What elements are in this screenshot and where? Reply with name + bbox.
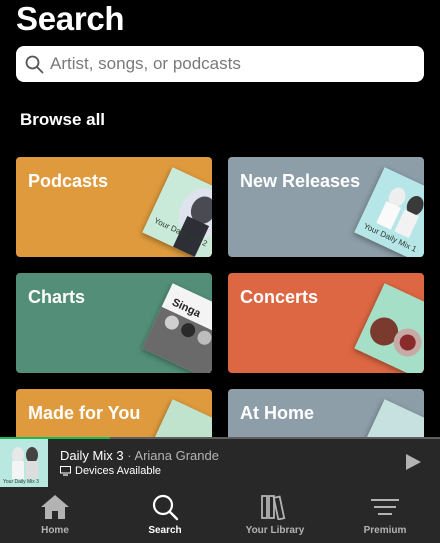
- browse-all-heading: Browse all: [20, 110, 106, 129]
- track-artist: Ariana Grande: [134, 448, 219, 463]
- category-artwork: Singa: [142, 283, 212, 373]
- category-card-concerts[interactable]: Concerts: [228, 273, 424, 373]
- playback-progress[interactable]: [0, 437, 440, 439]
- category-label: At Home: [240, 403, 315, 423]
- category-grid: Podcasts Your Daily Mix 2 New Releases Y…: [16, 157, 424, 437]
- tab-home[interactable]: Home: [0, 487, 110, 543]
- page-title: Search: [16, 0, 125, 37]
- bottom-tab-bar: Home Search Your Library Premium: [0, 487, 440, 543]
- library-icon: [259, 493, 291, 521]
- category-card-made-for-you[interactable]: Made for You: [16, 389, 212, 437]
- play-icon[interactable]: [404, 453, 422, 471]
- search-icon: [25, 55, 44, 74]
- category-artwork: [354, 399, 424, 437]
- category-label: Made for You: [28, 403, 141, 423]
- tab-your-library[interactable]: Your Library: [220, 487, 330, 543]
- category-card-at-home[interactable]: At Home: [228, 389, 424, 437]
- search-input[interactable]: [50, 54, 410, 74]
- category-label: Podcasts: [28, 171, 109, 191]
- devices-label: Devices Available: [75, 465, 162, 477]
- category-label: Charts: [28, 287, 86, 307]
- category-artwork: Your Daily Mix 2: [142, 167, 212, 257]
- svg-text:Your Daily Mix 3: Your Daily Mix 3: [3, 479, 39, 485]
- now-playing-cover: Your Daily Mix 3: [0, 439, 48, 487]
- category-artwork: Your Daily Mix 1: [354, 167, 424, 257]
- tab-label: Premium: [363, 525, 407, 536]
- category-card-new-releases[interactable]: New Releases Your Daily Mix 1: [228, 157, 424, 257]
- track-separator: ·: [123, 448, 135, 463]
- category-artwork: [354, 283, 424, 373]
- tab-search[interactable]: Search: [110, 487, 220, 543]
- home-icon: [39, 493, 71, 521]
- devices-available-button[interactable]: Devices Available: [60, 465, 161, 477]
- search-bar[interactable]: [16, 46, 424, 82]
- now-playing-title: Daily Mix 3 · Ariana Grande: [60, 448, 219, 463]
- tab-label: Your Library: [245, 525, 305, 536]
- devices-icon: [60, 466, 71, 476]
- search-icon: [149, 493, 181, 521]
- tab-premium[interactable]: Premium: [330, 487, 440, 543]
- category-label: New Releases: [240, 171, 361, 191]
- category-card-podcasts[interactable]: Podcasts Your Daily Mix 2: [16, 157, 212, 257]
- tab-label: Home: [41, 525, 69, 536]
- now-playing-bar[interactable]: Your Daily Mix 3 Daily Mix 3 · Ariana Gr…: [0, 437, 440, 487]
- track-title: Daily Mix 3: [60, 448, 124, 463]
- category-label: Concerts: [240, 287, 319, 307]
- premium-icon: [369, 493, 401, 521]
- category-artwork: [142, 399, 212, 437]
- category-card-charts[interactable]: Charts Singa: [16, 273, 212, 373]
- tab-label: Search: [148, 525, 182, 536]
